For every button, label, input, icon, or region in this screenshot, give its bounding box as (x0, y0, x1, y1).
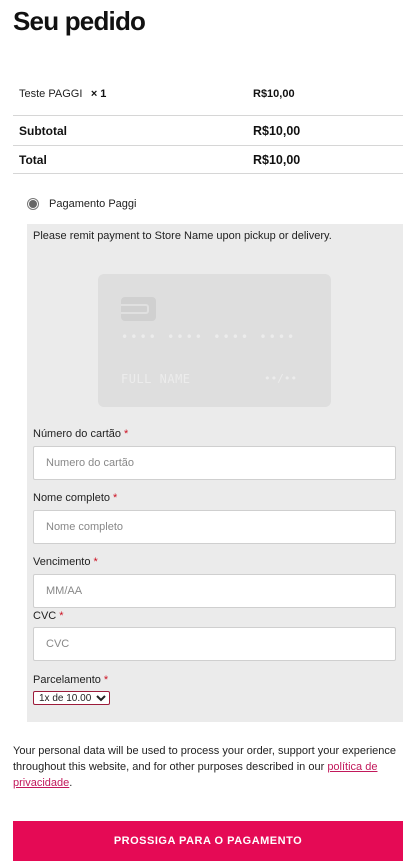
total-value: R$10,00 (253, 152, 301, 167)
card-preview-name: FULL NAME (121, 372, 191, 386)
full-name-input[interactable] (33, 510, 396, 544)
required-mark: * (59, 610, 64, 622)
payment-method-option[interactable]: Pagamento Paggi (27, 198, 136, 210)
cvc-label: CVC * (33, 610, 64, 622)
installments-label: Parcelamento * (33, 674, 109, 686)
required-mark: * (124, 428, 129, 440)
order-summary-table: Teste PAGGI × 1 R$10,00 Subtotal R$10,00… (13, 70, 403, 174)
payment-method-label: Pagamento Paggi (49, 198, 137, 210)
card-preview: •••• •••• •••• •••• FULL NAME ••/•• (98, 274, 331, 407)
radio-selected-dot (29, 200, 37, 208)
total-row: Total R$10,00 (13, 146, 403, 174)
page-title: Seu pedido (13, 6, 146, 36)
payment-description: Please remit payment to Store Name upon … (33, 230, 332, 242)
required-mark: * (103, 674, 109, 686)
card-number-input[interactable] (33, 446, 396, 480)
required-mark: * (113, 492, 118, 504)
privacy-notice: Your personal data will be used to proce… (13, 745, 396, 789)
subtotal-label: Subtotal (19, 123, 67, 138)
card-number-label: Número do cartão * (33, 428, 129, 440)
item-price: R$10,00 (253, 87, 295, 100)
proceed-to-payment-button[interactable]: PROSSIGA PARA O PAGAMENTO (13, 821, 403, 861)
expiry-label: Vencimento * (33, 556, 98, 568)
installments-select[interactable]: 1x de 10.00 (33, 691, 110, 705)
card-preview-expiry: ••/•• (264, 372, 298, 385)
order-item-row: Teste PAGGI × 1 R$10,00 (13, 70, 403, 116)
cvc-input[interactable] (33, 627, 396, 661)
payment-method-radio[interactable] (27, 198, 39, 210)
expiry-input[interactable] (33, 574, 396, 608)
required-mark: * (93, 556, 98, 568)
full-name-label: Nome completo * (33, 492, 118, 504)
card-preview-number: •••• •••• •••• •••• (121, 330, 297, 344)
subtotal-row: Subtotal R$10,00 (13, 116, 403, 146)
item-name: Teste PAGGI (19, 87, 83, 100)
total-label: Total (19, 152, 47, 167)
item-quantity: × 1 (90, 87, 107, 100)
card-chip-icon (121, 297, 156, 321)
payment-box: Please remit payment to Store Name upon … (27, 224, 403, 722)
subtotal-value: R$10,00 (253, 123, 301, 138)
